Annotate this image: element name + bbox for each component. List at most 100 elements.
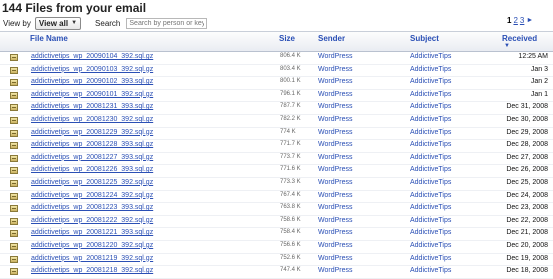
- subject-link[interactable]: AddictiveTips: [410, 103, 451, 110]
- received-date: Dec 24, 2008: [506, 191, 548, 199]
- file-name-link[interactable]: addictivetips_wp_20081219_392.sql.gz: [31, 255, 153, 262]
- sender-link[interactable]: WordPress: [318, 255, 353, 262]
- table-row[interactable]: addictivetips_wp_20081223_393.sql.gz 763.…: [0, 203, 553, 216]
- page-1-link[interactable]: 1: [507, 16, 511, 25]
- file-size: 803.4 K: [280, 65, 301, 72]
- search-input[interactable]: [126, 17, 208, 29]
- subject-link[interactable]: AddictiveTips: [410, 242, 451, 249]
- column-size[interactable]: Size: [279, 34, 295, 43]
- column-subject[interactable]: Subject: [410, 34, 439, 43]
- column-file-name[interactable]: File Name: [30, 34, 68, 43]
- archive-file-icon: [10, 217, 18, 225]
- subject-link[interactable]: AddictiveTips: [410, 229, 451, 236]
- sender-link[interactable]: WordPress: [318, 204, 353, 211]
- view-select[interactable]: View all ▼: [34, 16, 82, 30]
- table-row[interactable]: addictivetips_wp_20090104_392.sql.gz 806.…: [0, 52, 553, 65]
- view-toolbar: View by View all ▼ Search: [3, 16, 208, 30]
- archive-file-icon: [10, 242, 18, 250]
- sender-link[interactable]: WordPress: [318, 91, 353, 98]
- subject-link[interactable]: AddictiveTips: [410, 154, 451, 161]
- subject-link[interactable]: AddictiveTips: [410, 53, 451, 60]
- table-row[interactable]: addictivetips_wp_20081227_393.sql.gz 773.…: [0, 153, 553, 166]
- received-date: Dec 29, 2008: [506, 128, 548, 136]
- page-3-link[interactable]: 3: [520, 16, 524, 25]
- subject-link[interactable]: AddictiveTips: [410, 91, 451, 98]
- file-name-link[interactable]: addictivetips_wp_20081221_393.sql.gz: [31, 229, 153, 236]
- column-received[interactable]: Received: [502, 34, 537, 43]
- sender-link[interactable]: WordPress: [318, 129, 353, 136]
- subject-link[interactable]: AddictiveTips: [410, 66, 451, 73]
- archive-file-icon: [10, 66, 18, 74]
- file-name-link[interactable]: addictivetips_wp_20090102_393.sql.gz: [31, 78, 153, 85]
- received-date: Dec 25, 2008: [506, 178, 548, 186]
- subject-link[interactable]: AddictiveTips: [410, 267, 451, 274]
- table-row[interactable]: addictivetips_wp_20081218_392.sql.gz 747.…: [0, 266, 553, 279]
- subject-link[interactable]: AddictiveTips: [410, 116, 451, 123]
- table-row[interactable]: addictivetips_wp_20081230_392.sql.gz 782.…: [0, 115, 553, 128]
- subject-link[interactable]: AddictiveTips: [410, 179, 451, 186]
- file-name-link[interactable]: addictivetips_wp_20081226_393.sql.gz: [31, 166, 153, 173]
- sender-link[interactable]: WordPress: [318, 217, 353, 224]
- sender-link[interactable]: WordPress: [318, 141, 353, 148]
- subject-link[interactable]: AddictiveTips: [410, 204, 451, 211]
- table-row[interactable]: addictivetips_wp_20081226_393.sql.gz 771.…: [0, 165, 553, 178]
- sender-link[interactable]: WordPress: [318, 179, 353, 186]
- table-row[interactable]: addictivetips_wp_20081219_392.sql.gz 752.…: [0, 254, 553, 267]
- table-row[interactable]: addictivetips_wp_20081225_392.sql.gz 773.…: [0, 178, 553, 191]
- sender-link[interactable]: WordPress: [318, 154, 353, 161]
- sender-link[interactable]: WordPress: [318, 166, 353, 173]
- sender-link[interactable]: WordPress: [318, 116, 353, 123]
- sender-link[interactable]: WordPress: [318, 103, 353, 110]
- file-name-link[interactable]: addictivetips_wp_20081225_392.sql.gz: [31, 179, 153, 186]
- file-size: 763.8 K: [280, 204, 301, 211]
- received-date: Dec 18, 2008: [506, 267, 548, 275]
- sender-link[interactable]: WordPress: [318, 267, 353, 274]
- sender-link[interactable]: WordPress: [318, 53, 353, 60]
- file-name-link[interactable]: addictivetips_wp_20090101_392.sql.gz: [31, 91, 153, 98]
- file-name-link[interactable]: addictivetips_wp_20081222_392.sql.gz: [31, 217, 153, 224]
- subject-link[interactable]: AddictiveTips: [410, 192, 451, 199]
- file-name-link[interactable]: addictivetips_wp_20090104_392.sql.gz: [31, 53, 153, 60]
- subject-link[interactable]: AddictiveTips: [410, 129, 451, 136]
- table-row[interactable]: addictivetips_wp_20081228_393.sql.gz 771.…: [0, 140, 553, 153]
- sender-link[interactable]: WordPress: [318, 192, 353, 199]
- subject-link[interactable]: AddictiveTips: [410, 255, 451, 262]
- file-name-link[interactable]: addictivetips_wp_20081223_393.sql.gz: [31, 204, 153, 211]
- file-name-link[interactable]: addictivetips_wp_20081229_392.sql.gz: [31, 129, 153, 136]
- table-row[interactable]: addictivetips_wp_20081231_393.sql.gz 787.…: [0, 102, 553, 115]
- table-row[interactable]: addictivetips_wp_20081229_392.sql.gz 774 …: [0, 128, 553, 141]
- page-2-link[interactable]: 2: [513, 16, 517, 25]
- next-page-icon[interactable]: ►: [526, 17, 533, 24]
- sender-link[interactable]: WordPress: [318, 78, 353, 85]
- sender-link[interactable]: WordPress: [318, 242, 353, 249]
- subject-link[interactable]: AddictiveTips: [410, 217, 451, 224]
- file-name-link[interactable]: addictivetips_wp_20081218_392.sql.gz: [31, 267, 153, 274]
- table-row[interactable]: addictivetips_wp_20081222_392.sql.gz 758.…: [0, 216, 553, 229]
- subject-link[interactable]: AddictiveTips: [410, 78, 451, 85]
- sender-link[interactable]: WordPress: [318, 229, 353, 236]
- received-date: Dec 23, 2008: [506, 204, 548, 212]
- table-row[interactable]: addictivetips_wp_20090103_392.sql.gz 803.…: [0, 65, 553, 78]
- table-row[interactable]: addictivetips_wp_20081220_392.sql.gz 756.…: [0, 241, 553, 254]
- file-name-link[interactable]: addictivetips_wp_20081227_393.sql.gz: [31, 154, 153, 161]
- received-date: Dec 27, 2008: [506, 153, 548, 161]
- subject-link[interactable]: AddictiveTips: [410, 166, 451, 173]
- received-date: Dec 28, 2008: [506, 141, 548, 149]
- file-name-link[interactable]: addictivetips_wp_20081230_392.sql.gz: [31, 116, 153, 123]
- table-row[interactable]: addictivetips_wp_20090101_392.sql.gz 796.…: [0, 90, 553, 103]
- received-date: Dec 22, 2008: [506, 216, 548, 224]
- sender-link[interactable]: WordPress: [318, 66, 353, 73]
- file-name-link[interactable]: addictivetips_wp_20081220_392.sql.gz: [31, 242, 153, 249]
- file-name-link[interactable]: addictivetips_wp_20081228_393.sql.gz: [31, 141, 153, 148]
- table-row[interactable]: addictivetips_wp_20090102_393.sql.gz 800.…: [0, 77, 553, 90]
- subject-link[interactable]: AddictiveTips: [410, 141, 451, 148]
- table-row[interactable]: addictivetips_wp_20081221_393.sql.gz 758.…: [0, 228, 553, 241]
- column-sender[interactable]: Sender: [318, 34, 345, 43]
- file-name-link[interactable]: addictivetips_wp_20081231_393.sql.gz: [31, 103, 153, 110]
- file-size: 787.7 K: [280, 103, 301, 110]
- table-header: File Name Size Sender Subject Received ▼: [0, 31, 553, 52]
- table-row[interactable]: addictivetips_wp_20081224_392.sql.gz 767.…: [0, 191, 553, 204]
- archive-file-icon: [10, 230, 18, 238]
- file-name-link[interactable]: addictivetips_wp_20081224_392.sql.gz: [31, 192, 153, 199]
- file-name-link[interactable]: addictivetips_wp_20090103_392.sql.gz: [31, 66, 153, 73]
